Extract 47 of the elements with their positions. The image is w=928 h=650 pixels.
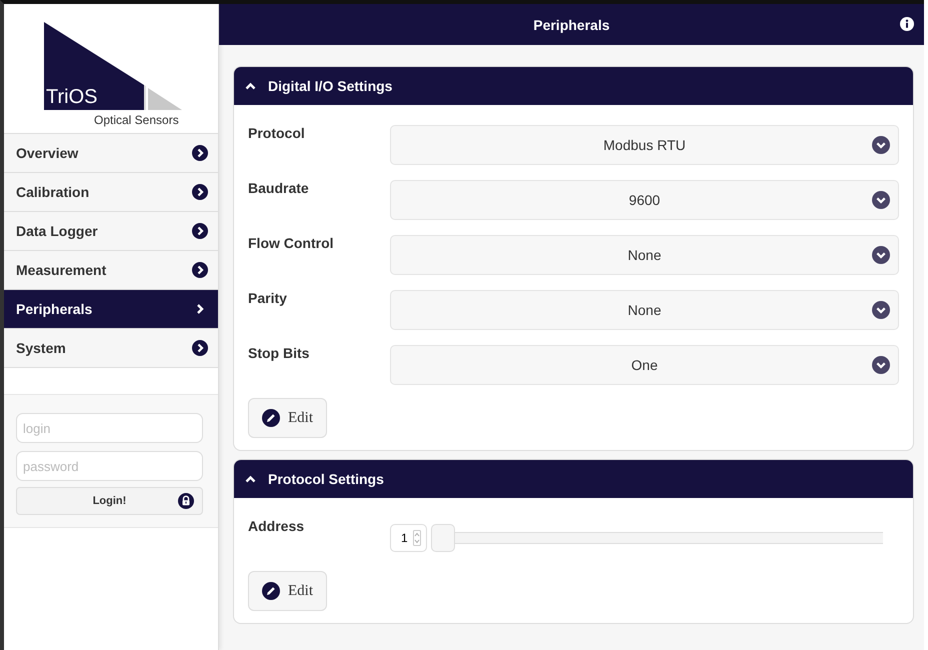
field-label: Parity — [248, 289, 288, 306]
nav-item[interactable]: Data Logger — [4, 212, 218, 251]
slider-thumb[interactable] — [430, 524, 455, 552]
info-icon[interactable] — [900, 17, 914, 31]
pencil-icon — [262, 409, 280, 427]
chevron-right-icon — [192, 262, 208, 278]
logo-tagline: Optical Sensors — [94, 113, 179, 127]
field-label: Flow Control — [248, 234, 335, 251]
chevron-right-icon — [192, 340, 208, 356]
edit-button[interactable]: Edit — [248, 571, 327, 611]
chevron-down-icon — [872, 300, 890, 318]
login-button[interactable]: Login! — [16, 487, 203, 515]
chevron-down-icon — [872, 246, 890, 264]
login-field[interactable]: login — [16, 413, 203, 443]
lock-icon — [178, 493, 194, 509]
page-title: Peripherals — [533, 16, 610, 32]
field-label: Address — [248, 517, 306, 534]
field-label: Stop Bits — [248, 344, 310, 361]
nav-item[interactable]: Peripherals — [4, 290, 218, 329]
nav-item[interactable]: System — [4, 329, 218, 368]
pencil-icon — [262, 582, 280, 600]
nav-item[interactable]: Measurement — [4, 251, 218, 290]
chevron-down-icon — [872, 190, 890, 208]
nav-item[interactable]: Overview — [4, 134, 218, 173]
password-field[interactable]: password — [16, 451, 203, 481]
number-field[interactable]: 1 — [390, 524, 427, 552]
field-label: Protocol — [248, 124, 306, 141]
select-field[interactable]: Modbus RTU — [390, 124, 899, 164]
edit-button[interactable]: Edit — [248, 398, 327, 438]
select-field[interactable]: None — [390, 290, 899, 330]
section-header[interactable]: Protocol Settings — [234, 460, 913, 498]
field-label: Baudrate — [248, 179, 310, 196]
select-field[interactable]: 9600 — [390, 180, 899, 220]
chevron-right-icon — [192, 223, 208, 239]
caret-icon — [245, 475, 256, 483]
chevron-down-icon — [872, 136, 890, 154]
caret-icon — [245, 82, 256, 90]
chevron-right-icon — [192, 184, 208, 200]
logo-text: TriOS — [46, 86, 98, 108]
chevron-right-icon — [195, 303, 205, 315]
section-header[interactable]: Digital I/O Settings — [234, 67, 913, 105]
select-field[interactable]: None — [390, 234, 899, 274]
spinner-icon — [412, 530, 421, 546]
nav-item[interactable]: Calibration — [4, 173, 218, 212]
chevron-down-icon — [872, 356, 890, 374]
chevron-right-icon — [192, 145, 208, 161]
select-field[interactable]: One — [390, 344, 899, 384]
